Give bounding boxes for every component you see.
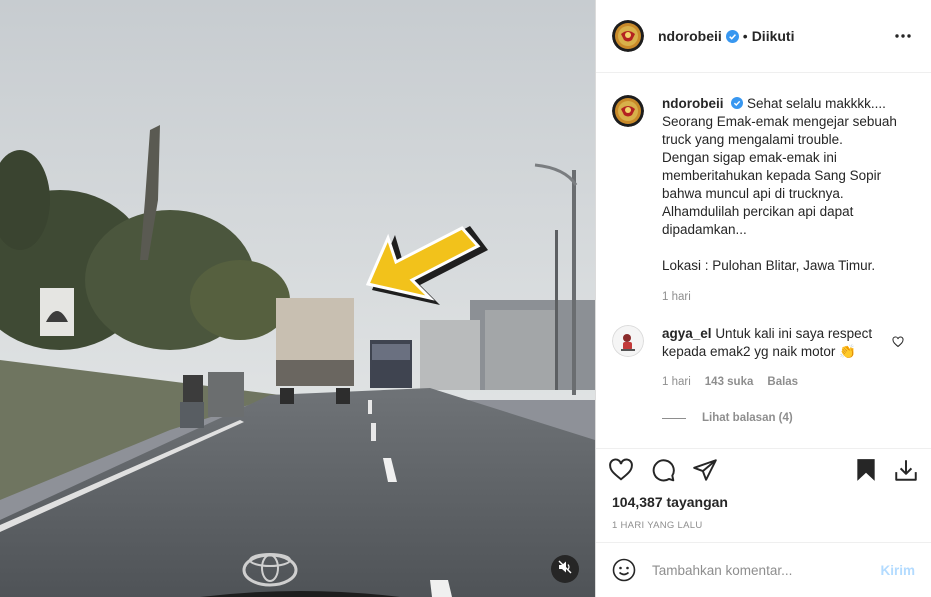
commenter-avatar[interactable] — [612, 325, 644, 357]
caption-timestamp[interactable]: 1 hari — [662, 288, 916, 306]
post-actions: 104,387 tayangan 1 HARI YANG LALU — [596, 448, 931, 542]
comment-text: Untuk kali ini saya respect — [715, 326, 873, 341]
comment-like-heart-icon[interactable] — [892, 335, 904, 353]
clapping-emoji: 👏 — [839, 344, 856, 359]
caption-line: dipadamkan... — [662, 222, 747, 237]
caption-line: memberitahukan kepada Sang Sopir — [662, 168, 882, 183]
caption-line: Sehat selalu makkkk.... — [747, 96, 886, 111]
header-separator: • — [742, 28, 748, 44]
caption-location: Lokasi : Pulohan Blitar, Jawa Timur. — [662, 258, 876, 273]
view-replies-label: Lihat balasan (4) — [702, 412, 793, 424]
comment-likes[interactable]: 143 suka — [705, 373, 754, 391]
instagram-post-window: ndorobeii • Diikuti ndorobeii Sehat sela… — [0, 0, 931, 597]
paper-plane-icon[interactable] — [692, 457, 718, 483]
caption-username[interactable]: ndorobeii — [662, 96, 724, 111]
post-header: ndorobeii • Diikuti — [596, 0, 931, 73]
video-frame — [0, 0, 595, 597]
comment-timestamp[interactable]: 1 hari — [662, 373, 691, 391]
reply-button[interactable]: Balas — [767, 373, 798, 391]
post-sidebar: ndorobeii • Diikuti ndorobeii Sehat sela… — [595, 0, 931, 597]
caption-line: bahwa muncul api di trucknya. — [662, 186, 844, 201]
view-replies-button[interactable]: Lihat balasan (4) — [662, 412, 793, 424]
speaker-muted-icon — [558, 560, 572, 579]
bookmark-icon[interactable] — [853, 457, 879, 483]
comment-composer: Kirim — [596, 542, 931, 597]
post-caption: ndorobeii Sehat selalu makkkk.... Seoran… — [612, 95, 916, 306]
post-timestamp[interactable]: 1 HARI YANG LALU — [612, 520, 703, 531]
download-icon[interactable] — [893, 457, 919, 483]
commenter-username[interactable]: agya_el — [662, 326, 712, 341]
comment-bubble-icon[interactable] — [650, 457, 676, 483]
caption-line: Seorang Emak-emak mengejar sebuah — [662, 114, 897, 129]
comments-section: ndorobeii Sehat selalu makkkk.... Seoran… — [596, 73, 931, 448]
author-username[interactable]: ndorobeii — [658, 28, 722, 44]
post-comment-button[interactable]: Kirim — [880, 563, 915, 578]
caption-line: Dengan sigap emak-emak ini — [662, 150, 837, 165]
comment-text: kepada emak2 yg naik motor — [662, 344, 836, 359]
replies-divider — [662, 417, 686, 419]
action-bar — [608, 457, 718, 483]
comment-body: agya_el Untuk kali ini saya respect kepa… — [662, 325, 902, 391]
heart-icon[interactable] — [608, 457, 634, 483]
caption-author-avatar[interactable] — [612, 95, 644, 127]
verified-badge-icon — [731, 97, 744, 109]
post-video[interactable] — [0, 0, 595, 597]
more-options-icon[interactable] — [891, 24, 915, 48]
caption-line: truck yang mengalami trouble. — [662, 132, 843, 147]
following-button[interactable]: Diikuti — [752, 28, 795, 44]
caption-line: Alhamdulilah percikan api dapat — [662, 204, 854, 219]
verified-badge-icon — [725, 29, 739, 43]
view-count[interactable]: 104,387 tayangan — [612, 494, 728, 510]
smiley-icon[interactable] — [612, 558, 636, 582]
mute-button[interactable] — [551, 555, 579, 583]
caption-body: ndorobeii Sehat selalu makkkk.... Seoran… — [662, 95, 916, 306]
comment-input[interactable] — [652, 562, 881, 578]
comment-item: agya_el Untuk kali ini saya respect kepa… — [612, 325, 916, 391]
comment-meta: 1 hari 143 suka Balas — [662, 373, 902, 391]
author-avatar[interactable] — [612, 20, 644, 52]
